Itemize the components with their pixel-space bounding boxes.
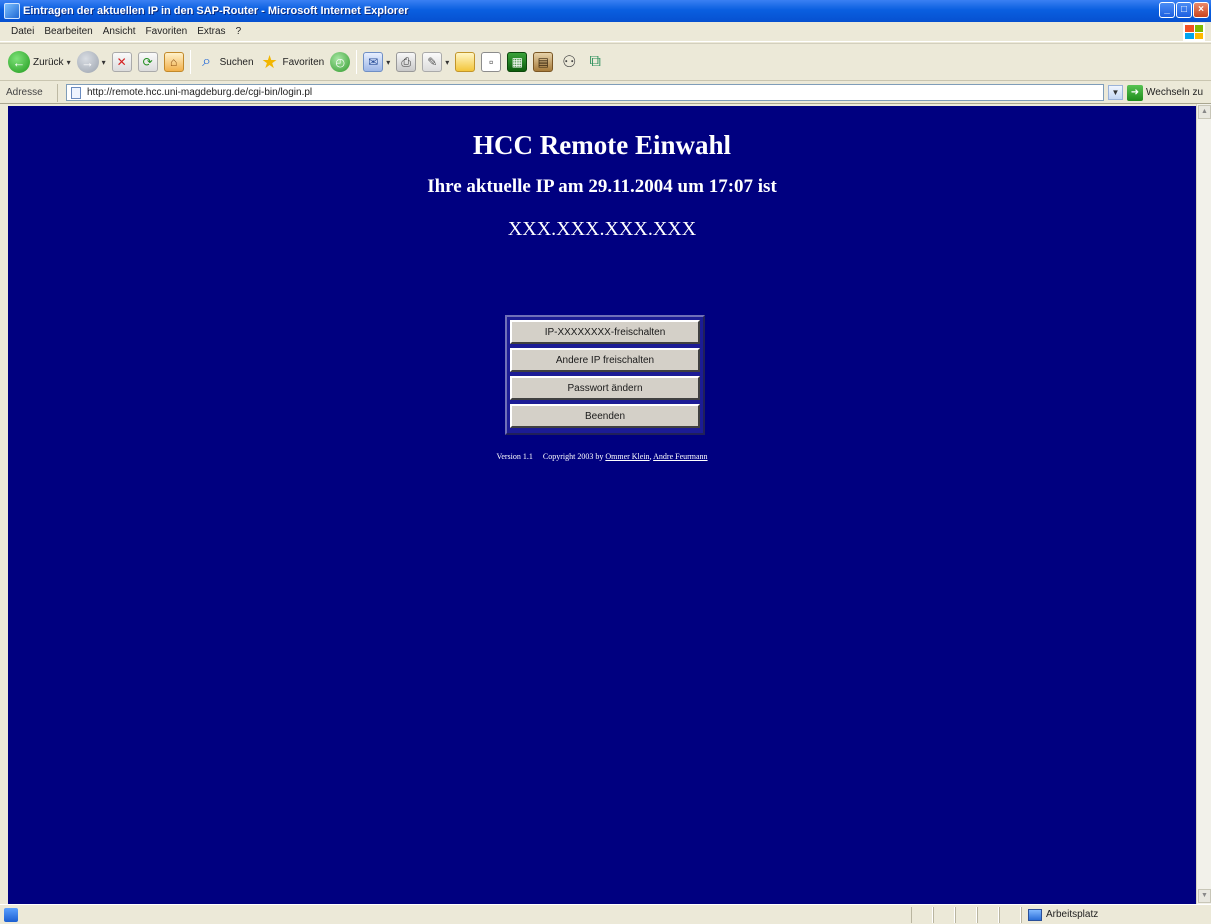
author-link-1[interactable]: Ommer Klein (605, 452, 649, 461)
network-icon[interactable]: ⧉ (585, 52, 605, 72)
history-icon[interactable]: ◴ (330, 52, 351, 72)
version-text: Version 1.1 (496, 452, 533, 461)
go-button-label: Wechseln zu (1146, 87, 1204, 98)
mail-button[interactable]: ✉ ▾ (363, 48, 390, 76)
window-controls: _ □ × (1159, 2, 1209, 18)
stop-icon[interactable]: ✕ (111, 52, 132, 72)
zone-label: Arbeitsplatz (1046, 909, 1099, 920)
page-icon (71, 86, 81, 99)
forward-dropdown-icon[interactable]: ▾ (102, 58, 106, 67)
enable-current-ip-button[interactable]: IP-XXXXXXXX-freischalten (510, 320, 700, 344)
window-title: Eintragen der aktuellen IP in den SAP-Ro… (23, 5, 409, 17)
home-icon[interactable]: ⌂ (163, 52, 184, 72)
minimize-button[interactable]: _ (1159, 2, 1175, 18)
menu-file[interactable]: Datei (6, 26, 39, 37)
author-separator: , (649, 452, 652, 461)
favorites-button[interactable]: ★ Favoriten (260, 48, 325, 76)
mail-icon: ✉ (363, 52, 384, 72)
menu-edit[interactable]: Bearbeiten (39, 26, 97, 37)
ip-caption: Ihre aktuelle IP am 29.11.2004 um 17:07 … (427, 176, 777, 197)
edit-icon: ✎ (422, 52, 443, 72)
go-button[interactable]: ➜ Wechseln zu (1127, 84, 1204, 101)
menu-help[interactable]: ? (231, 26, 247, 37)
action-button-panel: IP-XXXXXXXX-freischalten Andere IP freis… (505, 315, 705, 435)
copyright-text: Copyright 2003 by (542, 452, 604, 461)
status-cell (955, 906, 977, 923)
maximize-button[interactable]: □ (1176, 2, 1192, 18)
print-icon[interactable]: ⎙ (396, 52, 417, 72)
windows-logo-icon (1183, 23, 1205, 41)
menu-view[interactable]: Ansicht (98, 26, 141, 37)
page-icon[interactable]: ▫ (481, 52, 502, 72)
close-button[interactable]: × (1193, 2, 1209, 18)
change-password-button[interactable]: Passwort ändern (510, 376, 700, 400)
forward-button[interactable]: → ▾ (76, 48, 106, 76)
page-content: HCC Remote Einwahl Ihre aktuelle IP am 2… (8, 106, 1196, 904)
status-bar: Arbeitsplatz (0, 904, 1211, 924)
star-icon: ★ (261, 51, 278, 72)
scroll-down-arrow-icon[interactable]: ▼ (1198, 889, 1211, 903)
refresh-icon[interactable]: ⟳ (137, 52, 158, 72)
enable-other-ip-button[interactable]: Andere IP freischalten (510, 348, 700, 372)
toolbar-separator (189, 50, 191, 74)
back-dropdown-icon[interactable]: ▾ (67, 58, 71, 67)
research-icon[interactable]: ▤ (533, 52, 554, 72)
search-button[interactable]: ⌕ Suchen (197, 48, 254, 76)
title-bar: Eintragen der aktuellen IP in den SAP-Ro… (0, 0, 1211, 22)
favorites-button-label: Favoriten (282, 56, 325, 68)
internet-explorer-icon (4, 3, 20, 19)
address-url: http://remote.hcc.uni-magdeburg.de/cgi-b… (87, 87, 313, 98)
mail-dropdown-icon[interactable]: ▾ (386, 58, 390, 67)
status-cell (933, 906, 955, 923)
go-arrow-icon: ➜ (1127, 84, 1143, 101)
address-dropdown-icon[interactable]: ▼ (1108, 85, 1123, 100)
search-icon: ⌕ (202, 53, 212, 70)
back-button-label: Zurück (33, 56, 64, 68)
forward-arrow-icon: → (76, 51, 99, 73)
edit-dropdown-icon[interactable]: ▾ (445, 58, 449, 67)
messenger-icon[interactable]: ▦ (507, 52, 528, 72)
edit-button[interactable]: ✎ ▾ (422, 48, 449, 76)
browser-viewport: HCC Remote Einwahl Ihre aktuelle IP am 2… (0, 104, 1211, 904)
vertical-scrollbar[interactable]: ▲ ▼ (1196, 104, 1211, 904)
computer-icon (1028, 908, 1042, 921)
page-status-icon (4, 907, 18, 922)
footer: Version 1.1 Copyright 2003 by Ommer Klei… (8, 452, 1196, 461)
search-button-label: Suchen (219, 56, 254, 68)
people-icon[interactable]: ⚇ (559, 52, 579, 72)
scroll-up-arrow-icon[interactable]: ▲ (1198, 105, 1211, 119)
status-cell (977, 906, 999, 923)
ip-address: XXX.XXX.XXX.XXX (507, 218, 697, 240)
menu-favorites[interactable]: Favoriten (141, 26, 193, 37)
address-label: Adresse (0, 83, 58, 102)
status-cell (911, 906, 933, 923)
author-link-2[interactable]: Andre Feurmann (653, 452, 707, 461)
status-cell (999, 906, 1021, 923)
quit-button[interactable]: Beenden (510, 404, 700, 428)
page-title: HCC Remote Einwahl (473, 130, 731, 160)
menu-bar: Datei Bearbeiten Ansicht Favoriten Extra… (0, 22, 1211, 42)
back-arrow-icon: ← (8, 51, 30, 73)
address-bar: Adresse http://remote.hcc.uni-magdeburg.… (0, 82, 1211, 104)
discuss-icon[interactable] (455, 52, 476, 72)
back-button[interactable]: ← Zurück ▾ (8, 48, 71, 76)
security-zone: Arbeitsplatz (1021, 906, 1211, 923)
toolbar: ← Zurück ▾ → ▾ ✕ ⟳ ⌂ ⌕ Suchen ★ Favorite… (0, 43, 1211, 81)
menu-tools[interactable]: Extras (192, 26, 230, 37)
toolbar-separator (356, 50, 358, 74)
address-input[interactable]: http://remote.hcc.uni-magdeburg.de/cgi-b… (66, 84, 1104, 101)
